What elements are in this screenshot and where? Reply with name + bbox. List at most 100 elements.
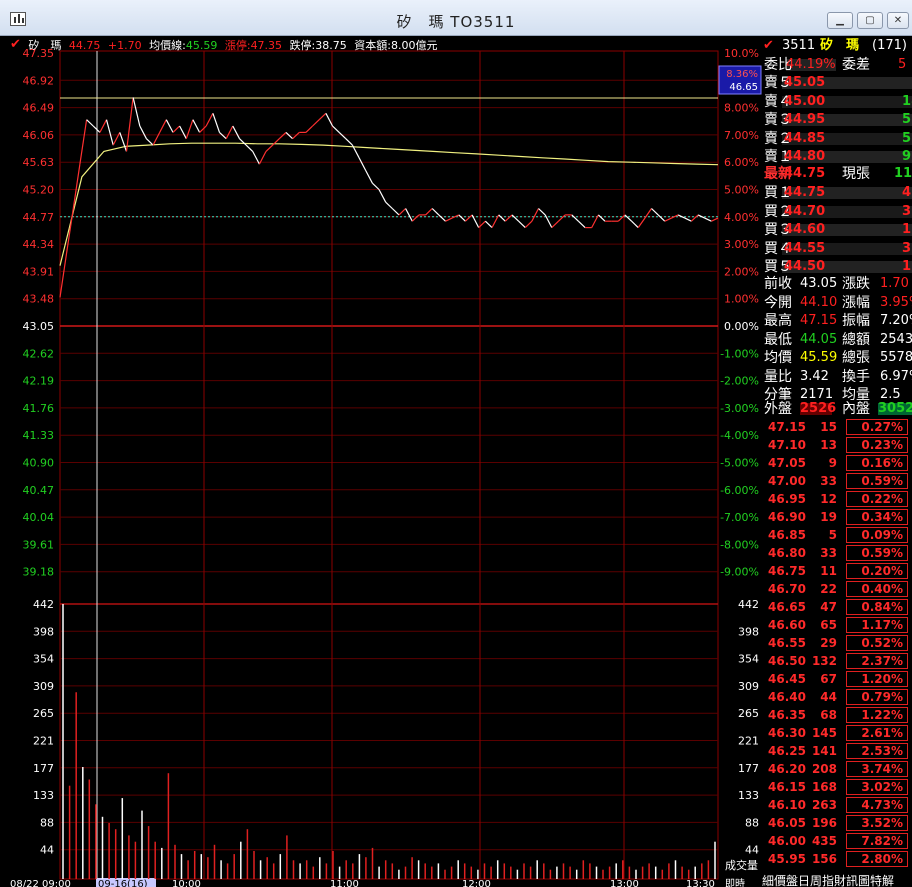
price-volume-row[interactable]: 47.15 15 0.27% [762, 418, 912, 436]
volume-tick-label-right: 442 [738, 598, 759, 611]
stat-label-2: 換手 [842, 368, 870, 385]
ask-volume: 18 [902, 93, 912, 109]
pv-price: 45.95 [768, 852, 806, 866]
pv-percent: 3.74% [846, 761, 908, 777]
price-volume-row[interactable]: 46.65 47 0.84% [762, 598, 912, 616]
price-line-segment [651, 208, 659, 216]
price-volume-row[interactable]: 46.25 141 2.53% [762, 742, 912, 760]
price-volume-row[interactable]: 46.55 29 0.52% [762, 634, 912, 652]
pv-percent: 0.16% [846, 455, 908, 471]
volume-tick-label: 354 [33, 653, 54, 666]
price-volume-row[interactable]: 46.60 65 1.17% [762, 616, 912, 634]
pct-tick-label: 1.00% [724, 293, 759, 306]
title-bar[interactable]: 矽 瑪 TO3511 ▁ ▢ ✕ [0, 0, 912, 36]
time-label: 即時 [725, 878, 745, 887]
bid-row: 買４ 44.55 3 [762, 240, 912, 258]
price-line-segment [524, 220, 533, 229]
pv-percent: 0.52% [846, 635, 908, 651]
pv-percent: 1.22% [846, 707, 908, 723]
pv-price: 46.05 [768, 816, 806, 830]
bottom-tabs[interactable]: 細價盤日周指財訊圖特解 [762, 872, 912, 887]
pct-tick-label: 8.00% [724, 102, 759, 115]
price-volume-row[interactable]: 47.05 9 0.16% [762, 454, 912, 472]
pv-percent: 0.09% [846, 527, 908, 543]
price-line-segment [199, 125, 207, 133]
avg-price-line [59, 142, 719, 266]
pv-volume: 208 [811, 762, 837, 776]
maximize-icon[interactable]: ▢ [857, 12, 883, 29]
price-volume-row[interactable]: 46.50 132 2.37% [762, 652, 912, 670]
pv-volume: 9 [828, 456, 837, 470]
ask-volume: 5 [902, 112, 912, 127]
price-volume-row[interactable]: 46.95 12 0.22% [762, 490, 912, 508]
volume-tick-label-right: 221 [738, 735, 759, 748]
price-volume-row[interactable]: 46.35 68 1.22% [762, 706, 912, 724]
pv-price: 46.35 [768, 708, 806, 722]
pv-price: 46.85 [768, 528, 806, 542]
price-volume-row[interactable]: 46.05 196 3.52% [762, 814, 912, 832]
price-volume-row[interactable]: 46.85 5 0.09% [762, 526, 912, 544]
outer-value: 2526 [800, 401, 837, 416]
price-line-segment [458, 214, 466, 222]
price-volume-row[interactable]: 46.00 435 7.82% [762, 832, 912, 850]
price-line-segment [159, 119, 167, 133]
price-tick-label: 44.34 [23, 238, 55, 251]
pv-percent: 3.52% [846, 815, 908, 831]
price-volume-row[interactable]: 46.40 44 0.79% [762, 688, 912, 706]
price-tick-label: 42.62 [23, 347, 55, 360]
volume-tick-label-right: 133 [738, 789, 759, 802]
pv-price: 46.60 [768, 618, 806, 632]
stat-value: 3.42 [800, 368, 829, 384]
close-icon[interactable]: ✕ [887, 12, 909, 29]
stat-value-2: 1.70 [880, 276, 909, 291]
price-volume-row[interactable]: 47.00 33 0.59% [762, 472, 912, 490]
pv-price: 46.30 [768, 726, 806, 740]
pv-price: 46.55 [768, 636, 806, 650]
price-line-segment [212, 113, 221, 133]
price-volume-row[interactable]: 46.90 19 0.34% [762, 508, 912, 526]
pct-tick-label: -2.00% [720, 375, 759, 388]
last-price: 44.75 [68, 39, 101, 52]
volume-tick-label-right: 354 [738, 653, 759, 666]
wei-bi-row: 委比 44.19% 委差 5 [762, 56, 912, 74]
intraday-chart[interactable]: 47.3510.0%46.929.00%46.498.00%46.067.00%… [10, 36, 762, 887]
pv-volume: 33 [820, 546, 837, 560]
price-volume-row[interactable]: 46.80 33 0.59% [762, 544, 912, 562]
price-volume-row[interactable]: 46.15 168 3.02% [762, 778, 912, 796]
price-volume-row[interactable]: 46.20 208 3.74% [762, 760, 912, 778]
price-volume-row[interactable]: 46.70 22 0.40% [762, 580, 912, 598]
price-volume-row[interactable]: 46.75 11 0.20% [762, 562, 912, 580]
ask-price: 45.05 [784, 75, 826, 90]
price-volume-row[interactable]: 46.30 145 2.61% [762, 724, 912, 742]
wei-cha-label: 委差 [842, 57, 870, 73]
price-line-segment [345, 138, 353, 146]
price-line-segment [265, 144, 274, 152]
stat-value: 44.10 [800, 294, 838, 310]
stat-value-2: 3.95% [880, 294, 912, 310]
capital-label: 資本額: [354, 39, 391, 52]
stock-name: 矽 瑪 [28, 39, 62, 52]
check-icon: ✔ [763, 38, 774, 53]
price-line-segment [292, 131, 300, 140]
price-tick-label: 44.77 [23, 211, 55, 224]
wei-cha-value: 5 [898, 57, 907, 72]
price-volume-row[interactable]: 45.95 156 2.80% [762, 850, 912, 868]
ask-price: 45.00 [784, 93, 826, 109]
price-line-segment [371, 182, 380, 190]
price-volume-row[interactable]: 47.10 13 0.23% [762, 436, 912, 454]
bid-row: 買１44.7545 [762, 184, 912, 202]
price-volume-row[interactable]: 46.45 67 1.20% [762, 670, 912, 688]
quote-count: (171) [872, 38, 907, 53]
price-volume-row[interactable]: 46.10 263 4.73% [762, 796, 912, 814]
app-window: 矽 瑪 TO3511 ▁ ▢ ✕ 47.3510.0%46.929.00%46.… [0, 0, 912, 887]
volume-tick-label: 442 [33, 598, 54, 611]
inner-label: 內盤 [842, 401, 870, 417]
minimize-icon[interactable]: ▁ [827, 12, 853, 29]
pv-price: 46.00 [768, 834, 806, 848]
in-out-row: 外盤 2526 內盤 3052 [762, 400, 912, 418]
pv-volume: 435 [811, 834, 837, 848]
ask-volume: 5 [902, 130, 912, 146]
quote-code: 3511 [782, 38, 816, 53]
price-line-segment [425, 208, 433, 216]
chart-canvas[interactable]: 47.3510.0%46.929.00%46.498.00%46.067.00%… [10, 36, 762, 887]
